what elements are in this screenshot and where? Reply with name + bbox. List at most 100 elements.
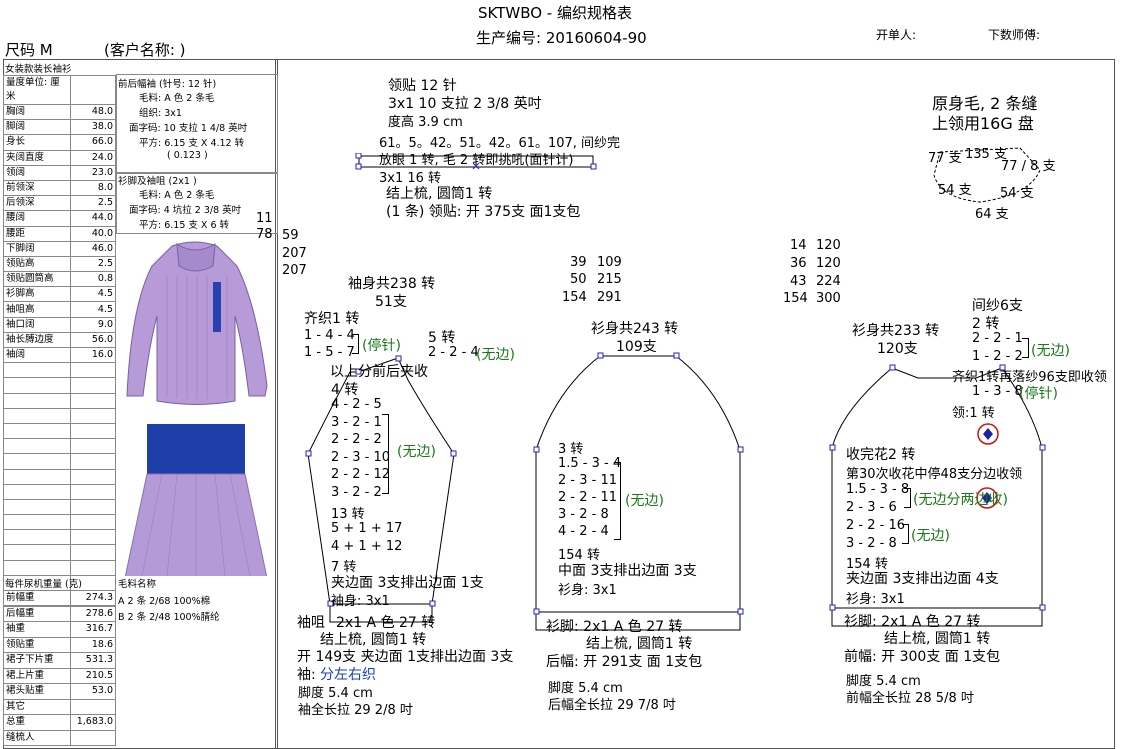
front-text: 间纱6支	[972, 298, 1023, 314]
weight-value: 18.6	[70, 636, 116, 653]
spec-row	[3, 362, 116, 379]
size-label: 尺码 M	[5, 41, 53, 59]
spec-row: 袖长膊边度 56.0	[3, 331, 116, 349]
back-text: 后幅全长拉 29 7/8 吋	[548, 698, 676, 713]
front-tag: (无边分两边收)	[913, 492, 1008, 508]
spec-key	[3, 438, 71, 455]
front-text: 夹边面 3支排出边面 4支	[846, 571, 999, 587]
spec-value: 2.5	[70, 195, 116, 212]
weight-value: 1,683.0	[70, 714, 116, 731]
collar-line: 领贴 12 针	[388, 78, 457, 94]
spec-value	[70, 362, 116, 379]
knit-note-line: 面字码: 10 支拉 1 4/8 英吋	[129, 123, 248, 134]
spec-value	[70, 438, 116, 455]
bracket	[382, 414, 389, 494]
misc-number: 207	[282, 246, 307, 261]
spec-row: 袖阔 16.0	[3, 346, 116, 364]
spec-row: 身长 66.0	[3, 134, 116, 151]
pattern-row: 2 - 2 - 2	[331, 432, 382, 448]
spec-key: 领贴圆筒高	[3, 271, 71, 288]
bracket	[1022, 338, 1029, 358]
sleeve-text: 2 - 2 - 4	[428, 345, 479, 360]
back-text: 3 转	[558, 442, 584, 457]
front-number: 224	[816, 274, 841, 289]
spec-key: 袖阔	[3, 346, 71, 364]
neck-label: 54 支	[938, 183, 972, 198]
neck-label: 77 支	[928, 151, 962, 166]
pattern-row: 4 - 2 - 5	[331, 397, 382, 412]
garment-illustration	[124, 241, 268, 576]
programmer-label: 下数师傅:	[988, 28, 1041, 42]
front-tag: (无边)	[1031, 343, 1070, 359]
collar-line: 度高 3.9 cm	[388, 115, 463, 130]
bracket	[352, 334, 359, 354]
front-text: 收完花2 转	[846, 447, 916, 463]
back-number: 215	[597, 272, 622, 287]
front-number: 120	[816, 238, 841, 253]
bracket	[904, 488, 911, 508]
rib-note: 衫脚及袖咀 (2x1 ) 毛料: A 色 2 条毛 面字码: 4 坑拉 2 3/…	[116, 172, 278, 234]
collar-line: (1 条) 领贴: 开 375支 面1支包	[386, 204, 581, 220]
weight-row: 裙子下片重 531.3	[3, 652, 116, 669]
weight-key: 缝梳人	[3, 729, 71, 746]
misc-number: 11	[256, 211, 273, 226]
knit-note-line: 组织: 3x1	[139, 108, 182, 119]
spec-value: 44.0	[70, 210, 116, 227]
spec-value	[70, 529, 116, 546]
spec-value: 40.0	[70, 225, 116, 242]
spec-row	[3, 483, 116, 500]
front-text: 2 - 3 - 6	[846, 500, 897, 515]
front-text: 1 - 2 - 2	[972, 349, 1023, 364]
spec-row: 后领深 2.5	[3, 195, 116, 212]
sleeve-text: 1 - 4 - 4	[304, 328, 355, 343]
spec-key: 领贴高	[3, 255, 71, 273]
spec-value: 4.5	[70, 301, 116, 318]
spec-value: 56.0	[70, 331, 116, 349]
front-number: 120	[816, 256, 841, 271]
spec-value	[70, 422, 116, 440]
sleeve-text: 1 - 5 - 7	[304, 345, 355, 360]
spec-key: 袖长膊边度	[3, 331, 71, 349]
front-total: 衫身共233 转	[852, 323, 940, 339]
spec-row	[3, 559, 116, 576]
spec-table: 量度单位: 厘米 胸阔 48.0 脚阔 38.0 身长 66.0 夹阔直度 24.0 领阔 23.0…	[3, 75, 116, 607]
client-label: (客户名称: )	[104, 41, 186, 59]
spec-row: 袖咀高 4.5	[3, 301, 116, 318]
spec-value	[70, 544, 116, 561]
weight-key: 领贴重	[3, 636, 71, 653]
spec-row: 腰阔 44.0	[3, 210, 116, 227]
back-text: 后幅: 开 291支 面 1支包	[546, 654, 703, 670]
sleeve-total: 袖身共238 转	[348, 276, 436, 292]
spec-value: 0.8	[70, 271, 116, 288]
sleeve-text: 4 转	[331, 382, 359, 398]
weight-key: 裙上片重	[3, 667, 71, 684]
front-text: 衫身: 3x1	[846, 592, 905, 607]
spec-value: 9.0	[70, 316, 116, 333]
spec-value: 24.0	[70, 149, 116, 166]
collar-line: 结上梳, 圆筒1 转	[386, 186, 493, 202]
spec-key: 领阔	[3, 164, 71, 181]
spec-row: 领贴高 2.5	[3, 255, 116, 273]
weight-key: 后幅重	[3, 605, 71, 622]
front-text: 3 - 2 - 8	[846, 536, 897, 551]
weight-key: 前幅重	[3, 590, 71, 607]
spec-key: 腰阔	[3, 210, 71, 227]
sleeve-text: 齐织1 转	[304, 311, 360, 327]
weight-row: 总重 1,683.0	[3, 714, 116, 731]
weight-value	[70, 729, 116, 746]
rib-note-line: 毛料: A 色 2 条毛	[139, 190, 215, 201]
sleeve-text: 以上分前后夹收	[330, 364, 428, 380]
spec-row	[3, 377, 116, 394]
spec-key	[3, 468, 71, 485]
back-total: 衫身共243 转	[591, 321, 679, 337]
back-text: 中面 3支排出边面 3支	[558, 563, 697, 579]
pattern-row: 3 - 2 - 1	[331, 414, 382, 430]
weight-row: 缝梳人	[3, 729, 116, 746]
spec-key	[3, 362, 71, 379]
spec-key	[3, 422, 71, 440]
front-text: 前幅全长拉 28 5/8 吋	[846, 691, 974, 706]
front-text: 结上梳, 圆筒1 转	[884, 631, 991, 647]
knit-note: 前后幅袖 (针号: 12 针) 毛料: A 色 2 条毛 组织: 3x1 面字码…	[116, 74, 278, 174]
spec-value: 23.0	[70, 164, 116, 181]
spec-row: 胸阔 48.0	[3, 103, 116, 121]
